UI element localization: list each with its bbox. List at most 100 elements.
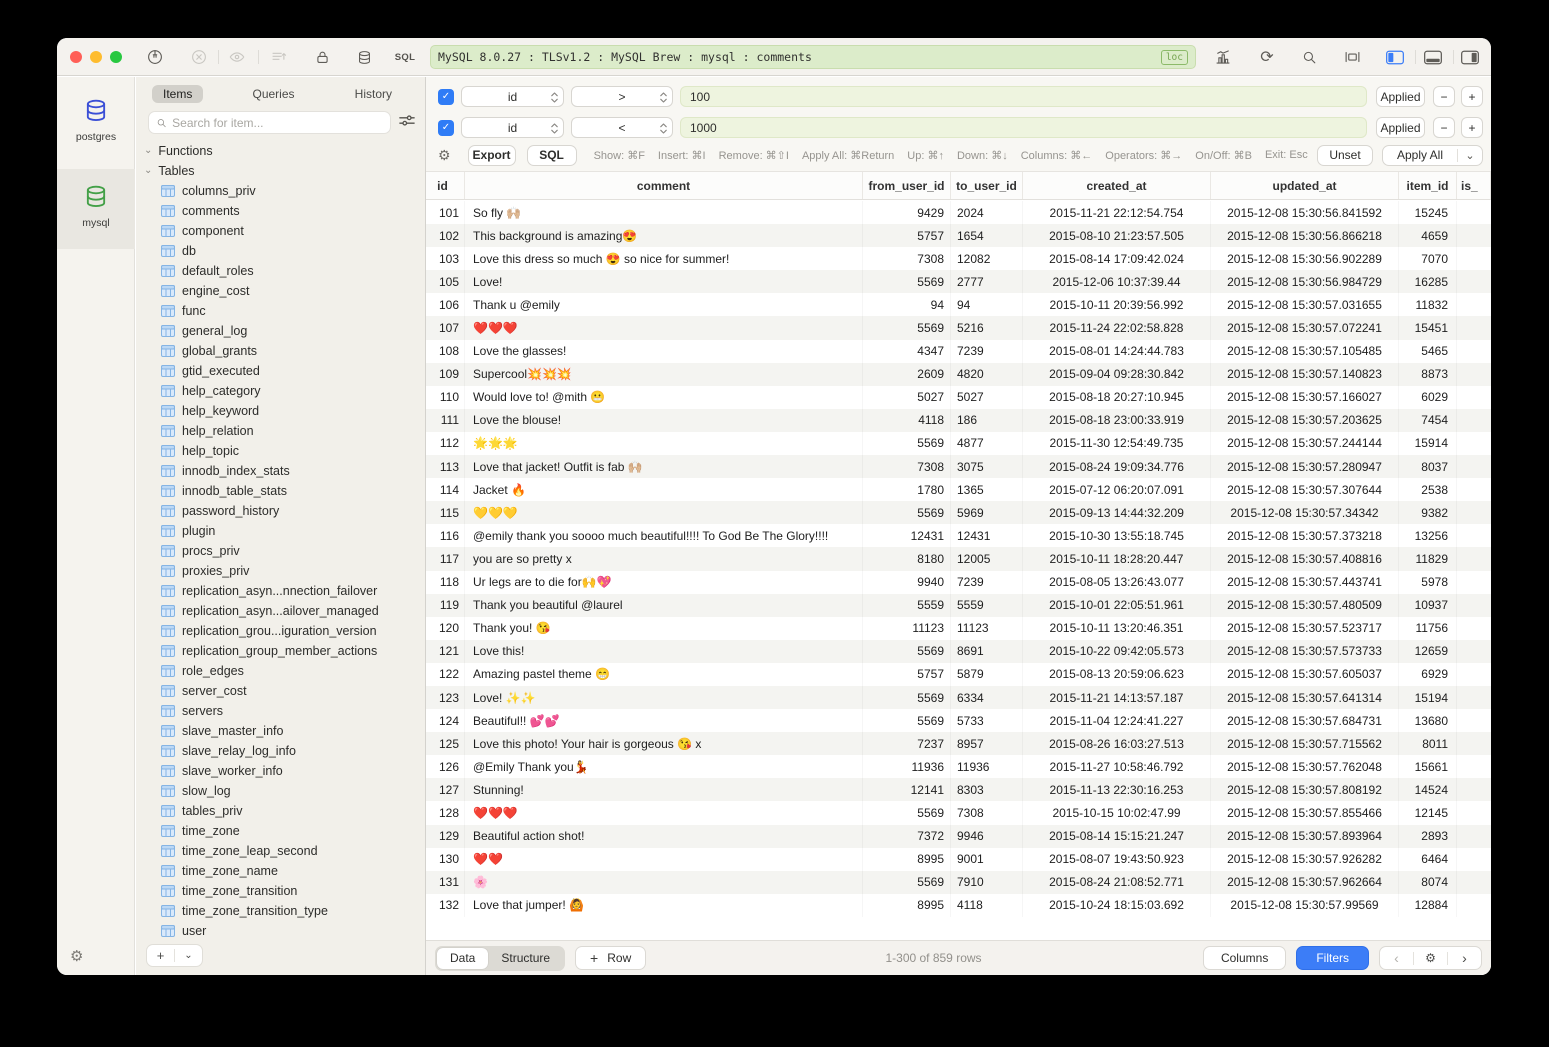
cell-from_user_id[interactable]: 5569 [863, 871, 951, 894]
cell-created_at[interactable]: 2015-08-24 21:08:52.771 [1023, 871, 1211, 894]
cell-is_[interactable] [1457, 894, 1491, 917]
table-row[interactable]: 109Supercool💥💥💥260948202015-09-04 09:28:… [426, 363, 1491, 386]
cell-to_user_id[interactable]: 2024 [951, 201, 1023, 224]
cell-id[interactable]: 130 [426, 848, 465, 871]
cell-is_[interactable] [1457, 778, 1491, 801]
cell-item_id[interactable]: 6029 [1399, 386, 1457, 409]
cell-updated_at[interactable]: 2015-12-08 15:30:57.926282 [1211, 848, 1399, 871]
cell-from_user_id[interactable]: 11936 [863, 755, 951, 778]
sidebar-table-item[interactable]: time_zone [136, 821, 425, 841]
cell-to_user_id[interactable]: 7910 [951, 871, 1023, 894]
cell-comment[interactable]: Love the blouse! [465, 409, 863, 432]
cell-item_id[interactable]: 15194 [1399, 686, 1457, 709]
cell-is_[interactable] [1457, 686, 1491, 709]
cell-to_user_id[interactable]: 5027 [951, 386, 1023, 409]
cell-created_at[interactable]: 2015-08-13 20:59:06.623 [1023, 663, 1211, 686]
toggle-bottom-panel-icon[interactable] [1423, 47, 1443, 67]
cell-comment[interactable]: Beautiful action shot! [465, 825, 863, 848]
cell-is_[interactable] [1457, 617, 1491, 640]
cell-item_id[interactable]: 11829 [1399, 547, 1457, 570]
cell-created_at[interactable]: 2015-11-13 22:30:16.253 [1023, 778, 1211, 801]
cell-to_user_id[interactable]: 6334 [951, 686, 1023, 709]
cell-updated_at[interactable]: 2015-12-08 15:30:57.684731 [1211, 709, 1399, 732]
cell-updated_at[interactable]: 2015-12-08 15:30:57.34342 [1211, 501, 1399, 524]
toggle-right-panel-icon[interactable] [1460, 47, 1480, 67]
cell-is_[interactable] [1457, 663, 1491, 686]
table-row[interactable]: 114Jacket 🔥178013652015-07-12 06:20:07.0… [426, 478, 1491, 501]
cell-created_at[interactable]: 2015-10-11 20:39:56.992 [1023, 293, 1211, 316]
cell-item_id[interactable]: 4659 [1399, 224, 1457, 247]
cell-item_id[interactable]: 15661 [1399, 755, 1457, 778]
cell-from_user_id[interactable]: 9940 [863, 571, 951, 594]
filter-applied-button[interactable]: Applied [1376, 86, 1425, 107]
apply-all-button[interactable]: Apply All ⌄ [1382, 145, 1483, 166]
column-header-created-at[interactable]: created_at [1023, 172, 1211, 199]
data-tab[interactable]: Data [437, 948, 488, 969]
cell-updated_at[interactable]: 2015-12-08 15:30:56.902289 [1211, 247, 1399, 270]
table-row[interactable]: 103Love this dress so much 😍 so nice for… [426, 247, 1491, 270]
cell-item_id[interactable]: 6929 [1399, 663, 1457, 686]
cell-comment[interactable]: Amazing pastel theme 😁 [465, 663, 863, 686]
cell-comment[interactable]: Love this! [465, 640, 863, 663]
cell-item_id[interactable]: 8011 [1399, 732, 1457, 755]
cell-id[interactable]: 118 [426, 571, 465, 594]
cell-updated_at[interactable]: 2015-12-08 15:30:57.523717 [1211, 617, 1399, 640]
cell-is_[interactable] [1457, 293, 1491, 316]
cell-from_user_id[interactable]: 4118 [863, 409, 951, 432]
cell-updated_at[interactable]: 2015-12-08 15:30:57.105485 [1211, 340, 1399, 363]
table-row[interactable]: 115💛💛💛556959692015-09-13 14:44:32.209201… [426, 501, 1491, 524]
table-row[interactable]: 123Love! ✨✨556963342015-11-21 14:13:57.1… [426, 686, 1491, 709]
sidebar-table-item[interactable]: help_topic [136, 441, 425, 461]
cell-updated_at[interactable]: 2015-12-08 15:30:57.280947 [1211, 455, 1399, 478]
cell-item_id[interactable]: 12659 [1399, 640, 1457, 663]
cell-updated_at[interactable]: 2015-12-08 15:30:57.408816 [1211, 547, 1399, 570]
cell-is_[interactable] [1457, 340, 1491, 363]
sql-button[interactable]: SQL [527, 145, 577, 166]
column-header-item-id[interactable]: item_id [1399, 172, 1457, 199]
cell-item_id[interactable]: 15451 [1399, 316, 1457, 339]
tab-items[interactable]: Items [152, 85, 203, 103]
cell-item_id[interactable]: 14524 [1399, 778, 1457, 801]
filter-applied-button[interactable]: Applied [1376, 117, 1425, 138]
table-row[interactable]: 125Love this photo! Your hair is gorgeou… [426, 732, 1491, 755]
filter-operator-select[interactable]: > [571, 86, 673, 107]
cell-updated_at[interactable]: 2015-12-08 15:30:57.855466 [1211, 801, 1399, 824]
cell-to_user_id[interactable]: 9946 [951, 825, 1023, 848]
add-item-button[interactable]: + [147, 948, 174, 963]
cell-item_id[interactable]: 12884 [1399, 894, 1457, 917]
cell-id[interactable]: 127 [426, 778, 465, 801]
cell-comment[interactable]: Beautiful!! 💕💕 [465, 709, 863, 732]
sidebar-table-item[interactable]: time_zone_transition_type [136, 901, 425, 921]
cell-to_user_id[interactable]: 4877 [951, 432, 1023, 455]
cell-created_at[interactable]: 2015-10-24 18:15:03.692 [1023, 894, 1211, 917]
cell-item_id[interactable]: 15914 [1399, 432, 1457, 455]
cell-is_[interactable] [1457, 801, 1491, 824]
filter-value-input[interactable] [680, 86, 1367, 107]
connect-icon[interactable] [145, 47, 165, 67]
cell-is_[interactable] [1457, 848, 1491, 871]
cell-created_at[interactable]: 2015-08-14 15:15:21.247 [1023, 825, 1211, 848]
cell-from_user_id[interactable]: 2609 [863, 363, 951, 386]
cell-comment[interactable]: So fly 🙌🏼 [465, 201, 863, 224]
cell-to_user_id[interactable]: 5559 [951, 594, 1023, 617]
filter-value-input[interactable] [680, 117, 1367, 138]
cell-id[interactable]: 125 [426, 732, 465, 755]
table-row[interactable]: 106Thank u @emily94942015-10-11 20:39:56… [426, 293, 1491, 316]
cell-comment[interactable]: ❤️❤️❤️ [465, 801, 863, 824]
cell-is_[interactable] [1457, 547, 1491, 570]
cell-id[interactable]: 113 [426, 455, 465, 478]
cell-is_[interactable] [1457, 478, 1491, 501]
cell-is_[interactable] [1457, 270, 1491, 293]
sidebar-table-item[interactable]: proxies_priv [136, 561, 425, 581]
cell-to_user_id[interactable]: 11123 [951, 617, 1023, 640]
column-header-updated-at[interactable]: updated_at [1211, 172, 1399, 199]
next-page-icon[interactable]: › [1448, 950, 1481, 966]
cell-item_id[interactable]: 8037 [1399, 455, 1457, 478]
cell-updated_at[interactable]: 2015-12-08 15:30:57.480509 [1211, 594, 1399, 617]
cell-item_id[interactable]: 2538 [1399, 478, 1457, 501]
cell-to_user_id[interactable]: 12082 [951, 247, 1023, 270]
cell-from_user_id[interactable]: 1780 [863, 478, 951, 501]
close-window-button[interactable] [70, 51, 82, 63]
table-row[interactable]: 102This background is amazing😍5757165420… [426, 224, 1491, 247]
cell-from_user_id[interactable]: 12141 [863, 778, 951, 801]
